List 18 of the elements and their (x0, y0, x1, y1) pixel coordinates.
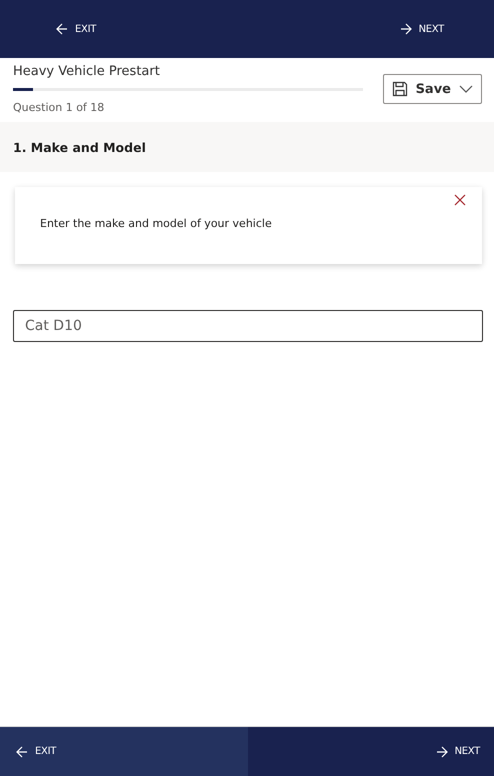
next-button[interactable]: NEXT (248, 727, 494, 776)
close-icon (454, 194, 466, 206)
question-heading: 1. Make and Model (13, 140, 146, 154)
back-arrow-icon (16, 746, 28, 758)
save-button[interactable]: Save (382, 74, 482, 104)
forward-arrow-icon (436, 746, 448, 758)
back-arrow-icon (56, 23, 68, 35)
chevron-down-icon (459, 85, 473, 93)
exit-button[interactable]: EXIT (54, 19, 98, 39)
exit-button[interactable]: EXIT (0, 727, 248, 776)
close-button[interactable] (454, 194, 466, 206)
question-counter: Question 1 of 18 (13, 101, 106, 114)
save-icon (392, 81, 408, 97)
form-title: Heavy Vehicle Prestart (13, 64, 161, 79)
next-button[interactable]: NEXT (398, 19, 446, 39)
answer-field[interactable]: Cat D10 (13, 310, 483, 342)
hint-text: Enter the make and model of your vehicle (40, 217, 272, 230)
forward-arrow-icon (400, 23, 412, 35)
